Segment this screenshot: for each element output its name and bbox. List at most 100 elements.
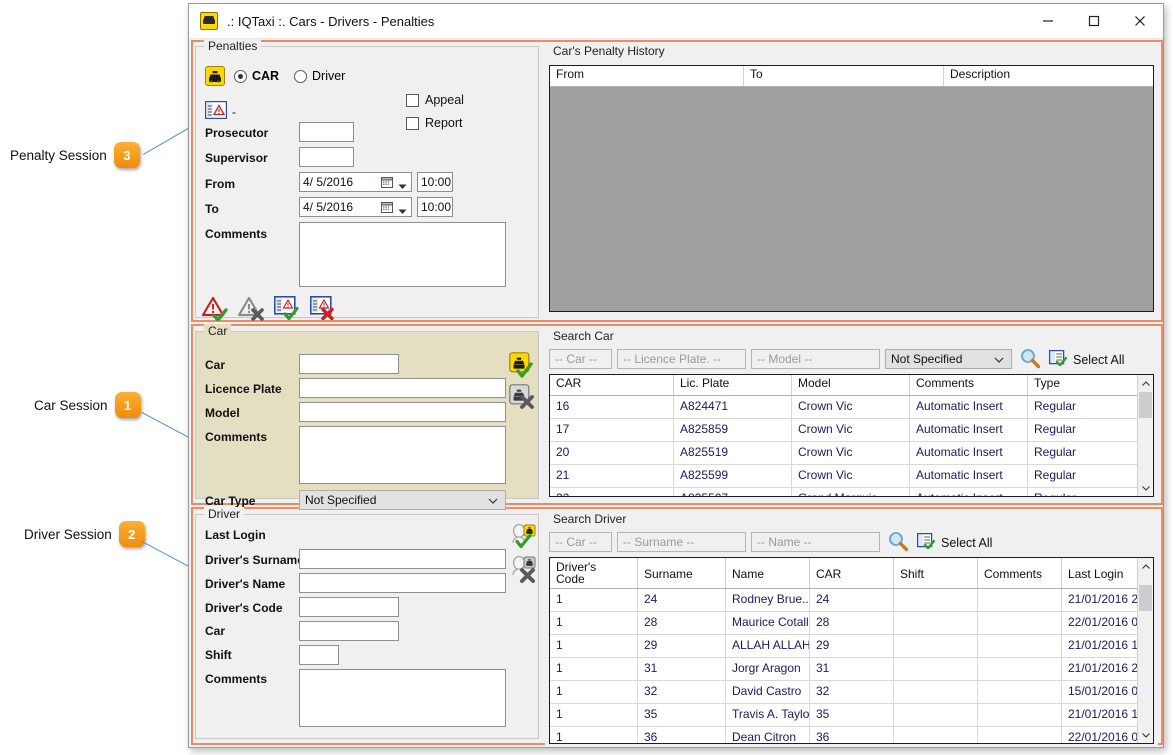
table-row[interactable]: 1 32 David Castro 32 15/01/2016 0... xyxy=(550,681,1153,704)
model-input[interactable] xyxy=(299,402,506,422)
radio-car-dot[interactable] xyxy=(234,69,247,83)
close-icon[interactable] xyxy=(1117,4,1163,38)
drivers-code-input[interactable] xyxy=(299,597,399,617)
maximize-icon[interactable] xyxy=(1071,4,1117,38)
search-car-input[interactable]: -- Car -- xyxy=(549,349,612,369)
column-header-shift[interactable]: Shift xyxy=(894,558,978,588)
column-header-lic-plate[interactable]: Lic. Plate xyxy=(674,375,792,395)
column-header-drivers-code[interactable]: Driver's Code xyxy=(550,558,638,588)
table-row[interactable]: 1 35 Travis A. Taylor 35 21/01/2016 1... xyxy=(550,704,1153,727)
table-row[interactable]: 21 A825599 Crown Vic Automatic Insert Re… xyxy=(550,465,1153,488)
driver-car-input[interactable] xyxy=(299,621,399,641)
to-time-input[interactable]: 10:00 xyxy=(417,197,453,217)
from-time-input[interactable]: 10:00 xyxy=(417,172,453,192)
minimize-icon[interactable] xyxy=(1025,4,1071,38)
column-header-description[interactable]: Description xyxy=(944,66,1153,86)
delete-car-icon[interactable] xyxy=(509,384,535,410)
penalty-history-grid[interactable]: From To Description xyxy=(549,65,1154,312)
shift-input[interactable] xyxy=(299,645,339,665)
column-header-comments[interactable]: Comments xyxy=(910,375,1028,395)
supervisor-input[interactable] xyxy=(299,147,354,167)
table-row[interactable]: 20 A825519 Crown Vic Automatic Insert Re… xyxy=(550,442,1153,465)
table-row[interactable]: 1 28 Maurice Cotalle 28 22/01/2016 0... xyxy=(550,612,1153,635)
label-drivers-name: Driver's Name xyxy=(205,577,286,591)
to-date-picker[interactable]: 4/ 5/2016 xyxy=(299,197,412,217)
table-row[interactable]: 16 A824471 Crown Vic Automatic Insert Re… xyxy=(550,396,1153,419)
column-header-model[interactable]: Model xyxy=(792,375,910,395)
column-header-type[interactable]: Type xyxy=(1028,375,1138,395)
search-driver-grid[interactable]: Driver's Code Surname Name CAR Shift Com… xyxy=(549,557,1154,744)
table-row[interactable]: 1 31 Jorgr Aragon 31 21/01/2016 2... xyxy=(550,658,1153,681)
checkbox-appeal[interactable]: Appeal xyxy=(406,93,464,107)
search-surname-input[interactable]: -- Surname -- xyxy=(617,532,746,552)
table-row[interactable]: 22 A825507 Grand Marquis Automatic Inser… xyxy=(550,488,1153,496)
save-car-icon[interactable] xyxy=(509,352,535,378)
drivers-name-input[interactable] xyxy=(299,573,506,593)
add-penalty-icon[interactable] xyxy=(202,295,230,321)
driver-comments-input[interactable] xyxy=(299,669,506,727)
calendar-icon[interactable] xyxy=(381,201,393,216)
cell-drivers-code: 1 xyxy=(550,704,638,726)
column-header-driver-car[interactable]: CAR xyxy=(810,558,894,588)
from-date-picker[interactable]: 4/ 5/2016 xyxy=(299,172,412,192)
table-row[interactable]: 1 29 ALLAH ALLAH 29 21/01/2016 1... xyxy=(550,635,1153,658)
car-comments-input[interactable] xyxy=(299,426,506,484)
search-driver-scrollbar[interactable] xyxy=(1137,558,1153,743)
prosecutor-input[interactable] xyxy=(299,122,354,142)
column-header-from[interactable]: From xyxy=(550,66,744,86)
cell-shift xyxy=(894,727,978,743)
car-input[interactable] xyxy=(299,354,399,374)
column-header-last-login[interactable]: Last Login xyxy=(1062,558,1138,588)
search-name-input[interactable]: -- Name -- xyxy=(751,532,880,552)
penalty-form-icon[interactable] xyxy=(205,101,227,119)
select-all-driver[interactable]: Select All xyxy=(916,532,992,552)
magnifier-icon[interactable] xyxy=(887,530,909,552)
save-driver-icon[interactable] xyxy=(509,523,537,551)
magnifier-icon[interactable] xyxy=(1019,347,1041,369)
scrollbar-thumb[interactable] xyxy=(1139,392,1152,418)
search-model-input[interactable]: -- Model -- xyxy=(751,349,880,369)
table-row[interactable]: 17 A825859 Crown Vic Automatic Insert Re… xyxy=(550,419,1153,442)
scroll-up-icon[interactable] xyxy=(1138,375,1153,391)
table-row[interactable]: 1 36 Dean Citron 36 22/01/2016 0... xyxy=(550,727,1153,743)
cell-comments xyxy=(978,635,1062,657)
column-header-car[interactable]: CAR xyxy=(550,375,674,395)
radio-car[interactable]: CAR xyxy=(234,69,279,83)
checkbox-appeal-box[interactable] xyxy=(406,93,419,107)
column-header-name[interactable]: Name xyxy=(726,558,810,588)
column-header-surname[interactable]: Surname xyxy=(638,558,726,588)
search-driver-car-input[interactable]: -- Car -- xyxy=(549,532,612,552)
cell-drivers-code: 1 xyxy=(550,727,638,743)
delete-driver-icon[interactable] xyxy=(509,555,537,583)
calendar-icon[interactable] xyxy=(381,176,393,191)
scroll-down-icon[interactable] xyxy=(1138,480,1153,496)
save-penalty-icon[interactable] xyxy=(274,296,301,320)
search-car-type-select[interactable]: Not Specified xyxy=(885,349,1012,369)
checkbox-report[interactable]: Report xyxy=(406,116,463,130)
annotation-label: Car Session xyxy=(34,397,108,413)
select-all-car[interactable]: Select All xyxy=(1048,349,1124,369)
radio-driver-dot[interactable] xyxy=(294,69,307,83)
licence-plate-input[interactable] xyxy=(299,378,506,398)
search-car-scrollbar[interactable] xyxy=(1137,375,1153,496)
table-row[interactable]: 1 24 Rodney Brue... 24 21/01/2016 2... xyxy=(550,589,1153,612)
search-licence-plate-input[interactable]: -- Licence Plate. -- xyxy=(617,349,746,369)
scroll-up-icon[interactable] xyxy=(1138,558,1153,574)
search-car-grid[interactable]: CAR Lic. Plate Model Comments Type 16 A8… xyxy=(549,374,1154,497)
chevron-down-icon[interactable] xyxy=(398,179,407,193)
column-header-to[interactable]: To xyxy=(744,66,944,86)
radio-driver[interactable]: Driver xyxy=(294,69,345,83)
cell-drivers-code: 1 xyxy=(550,589,638,611)
scroll-down-icon[interactable] xyxy=(1138,727,1153,743)
cancel-penalty-icon[interactable] xyxy=(310,296,337,320)
taxi-icon xyxy=(200,12,218,30)
delete-penalty-icon[interactable] xyxy=(238,295,266,321)
annotation-badge: 2 xyxy=(118,521,145,547)
car-type-select[interactable]: Not Specified xyxy=(299,490,506,510)
scrollbar-thumb[interactable] xyxy=(1139,585,1152,611)
column-header-driver-comments[interactable]: Comments xyxy=(978,558,1062,588)
drivers-surname-input[interactable] xyxy=(299,549,506,569)
checkbox-report-box[interactable] xyxy=(406,116,419,130)
chevron-down-icon[interactable] xyxy=(398,204,407,218)
penalty-comments-input[interactable] xyxy=(299,222,506,287)
